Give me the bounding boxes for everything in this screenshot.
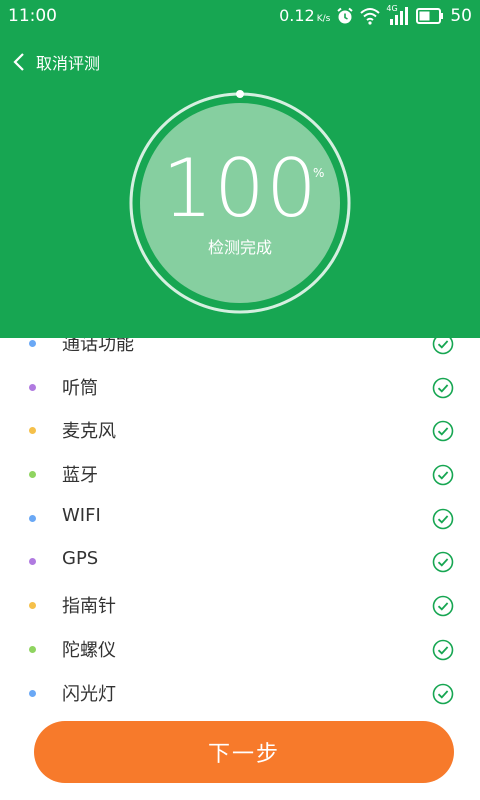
bullet-dot — [29, 514, 36, 522]
check-circle-icon — [432, 595, 454, 617]
cancel-test-button[interactable]: 取消评测 — [12, 50, 100, 74]
check-circle-icon — [432, 508, 454, 530]
status-icons: 0.12 K/s 4G 50 — [279, 4, 472, 26]
item-label: 蓝牙 — [62, 465, 98, 487]
net-speed-unit: K/s — [316, 14, 331, 24]
progress-knob — [236, 90, 244, 98]
wifi-icon — [360, 8, 381, 25]
test-item-list: 通话功能 听筒 麦克风 蓝牙 WIFI GPS 指南针 陀螺仪 闪光灯 — [0, 322, 480, 720]
item-label: 麦克风 — [62, 421, 116, 443]
progress-gauge: 100 % 检测完成 — [125, 88, 355, 318]
bullet-dot — [29, 471, 36, 479]
list-item: WIFI — [0, 497, 480, 541]
list-item: 陀螺仪 — [0, 628, 480, 672]
list-item: GPS — [0, 540, 480, 584]
item-label: 听筒 — [62, 377, 98, 399]
check-circle-icon — [432, 421, 454, 442]
item-label: 陀螺仪 — [62, 639, 116, 661]
list-item: 闪光灯 — [0, 672, 480, 716]
net-speed: 0.12 K/s — [279, 6, 330, 26]
list-item: 麦克风 — [0, 409, 480, 453]
progress-status: 检测完成 — [207, 238, 272, 257]
net-speed-value: 0.12 — [279, 6, 315, 25]
cancel-test-label: 取消评测 — [36, 54, 101, 73]
header: 11:00 0.12 K/s 4G 50 取消评测 100 % 检测完成 — [0, 0, 480, 338]
bullet-dot — [29, 383, 36, 391]
battery-icon — [416, 8, 444, 24]
signal-indicator: 4G — [386, 4, 410, 25]
item-label: GPS — [62, 548, 99, 570]
status-bar: 11:00 0.12 K/s 4G 50 — [0, 0, 480, 32]
alarm-icon — [337, 7, 353, 24]
bullet-dot — [29, 340, 36, 347]
next-step-button[interactable]: 下一步 — [34, 721, 454, 783]
battery-level: 50 — [450, 6, 472, 26]
status-time: 11:00 — [8, 6, 57, 26]
check-circle-icon — [432, 377, 454, 398]
check-circle-icon — [432, 552, 454, 573]
item-label: WIFI — [62, 504, 101, 526]
check-circle-icon — [432, 639, 454, 661]
list-item: 听筒 — [0, 366, 480, 410]
bullet-dot — [29, 558, 36, 566]
check-circle-icon — [432, 464, 454, 486]
list-item: 指南针 — [0, 584, 480, 628]
list-item: 蓝牙 — [0, 453, 480, 497]
chevron-left-icon — [13, 53, 24, 71]
progress-value: 100 — [162, 142, 318, 235]
item-label: 指南针 — [62, 596, 116, 618]
progress-unit: % — [313, 166, 325, 180]
bullet-dot — [29, 645, 36, 653]
bullet-dot — [29, 427, 36, 435]
item-label: 闪光灯 — [62, 683, 116, 705]
signal-icon — [390, 7, 409, 25]
bullet-dot — [29, 602, 36, 610]
bullet-dot — [29, 689, 36, 697]
check-circle-icon — [432, 683, 454, 704]
